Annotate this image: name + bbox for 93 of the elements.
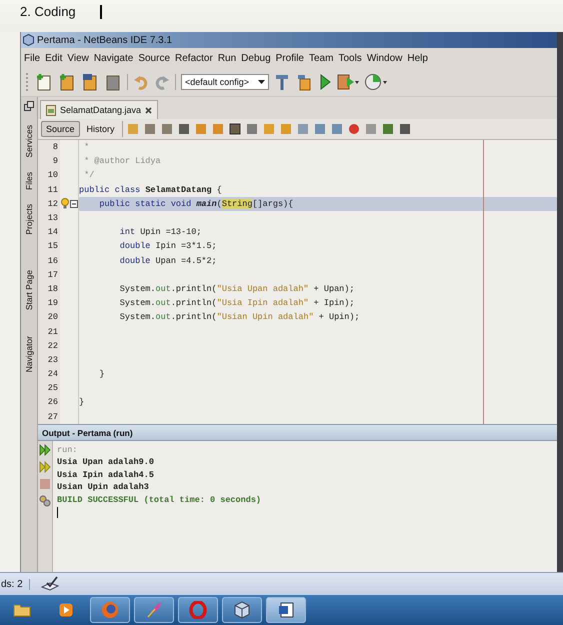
code-line: }	[79, 397, 84, 408]
cube-icon	[234, 601, 250, 619]
ring-icon	[189, 601, 207, 619]
code-line: * @author Lidya	[83, 156, 161, 166]
output-line: run:	[57, 445, 78, 457]
output-line: Usia Upan adalah9.0	[57, 457, 155, 470]
mode-tab[interactable]: Source	[41, 121, 80, 137]
line-number: 26	[38, 395, 60, 410]
taskbar-button[interactable]	[222, 597, 262, 623]
code-line: public class SelamatDatang {	[79, 184, 222, 195]
code-line: double Upan =4.5*2;	[118, 256, 217, 266]
line-number: 27	[38, 410, 60, 424]
menu-item[interactable]: Tools	[338, 52, 362, 64]
menu-item[interactable]: File	[24, 52, 40, 64]
menu-item[interactable]: Source	[138, 52, 170, 64]
menu-item[interactable]: Team	[309, 52, 334, 64]
text-cursor	[57, 506, 58, 518]
file-tab[interactable]: SelamatDatang.java	[40, 100, 158, 119]
rerun-icon[interactable]	[39, 461, 51, 473]
menu-item[interactable]: Profile	[276, 52, 304, 64]
code-line: System.out.println("Usian Upin adalah" + Upin);	[118, 312, 360, 322]
code-line: }	[98, 369, 105, 380]
rerun-icon[interactable]	[39, 444, 51, 456]
lightbulb-icon[interactable]	[61, 198, 69, 210]
code-line: */	[83, 170, 94, 180]
line-number: 23	[38, 352, 60, 367]
folder-icon	[13, 603, 31, 617]
menu-item[interactable]: Edit	[45, 52, 62, 64]
debug-icon[interactable]	[337, 72, 359, 92]
code-line: double Ipin =3*1.5;	[118, 241, 217, 252]
menu-item[interactable]: Refactor	[175, 52, 213, 64]
menu-item[interactable]: Help	[407, 52, 428, 64]
code-line: *	[83, 142, 90, 152]
side-tab[interactable]: Projects	[24, 200, 34, 238]
close-icon[interactable]	[145, 106, 152, 114]
line-number: 22	[38, 338, 60, 353]
run-icon[interactable]	[318, 72, 332, 92]
caret-icon	[258, 80, 265, 84]
output-line: Usian Upin adalah3	[57, 482, 150, 494]
line-number: 18	[38, 282, 60, 296]
line-number: 8	[38, 140, 60, 154]
line-number: 13	[38, 210, 60, 226]
line-number: 16	[38, 254, 60, 268]
document-icon	[278, 602, 294, 618]
code-line: System.out.println("Usia Ipin adalah" + Ipin);	[118, 298, 354, 308]
record-icon[interactable]	[346, 122, 361, 136]
restore-icon[interactable]	[24, 101, 34, 111]
menu-item[interactable]: Window	[366, 52, 402, 64]
text-cursor	[100, 5, 102, 19]
new-project-icon[interactable]	[58, 72, 76, 92]
feather-icon	[145, 601, 163, 619]
open-folder-icon[interactable]	[81, 72, 99, 92]
side-tab[interactable]: Files	[24, 168, 34, 193]
hammer-icon[interactable]	[274, 72, 290, 92]
menu-item[interactable]: Debug	[241, 52, 271, 64]
line-number: 15	[38, 239, 60, 254]
line-number: 12	[38, 196, 60, 211]
status-text: ds: 2	[0, 578, 30, 590]
menu-item[interactable]: View	[67, 52, 89, 64]
new-file-icon[interactable]	[35, 72, 53, 92]
side-tab[interactable]: Navigator	[24, 333, 34, 376]
menu-item[interactable]: Navigate	[94, 52, 134, 64]
mode-tab[interactable]: History	[82, 122, 119, 136]
side-tab[interactable]: Start Page	[24, 267, 34, 314]
fold-icon[interactable]	[70, 200, 78, 208]
line-number: 17	[38, 268, 60, 282]
globe-icon	[101, 601, 119, 619]
code-line: public static void main(String[]args){	[98, 198, 294, 209]
line-number: 14	[38, 225, 60, 240]
code-line: System.out.println("Usia Upan adalah" + Upan);	[118, 284, 354, 294]
line-number: 25	[38, 381, 60, 396]
output-line: BUILD SUCCESSFUL (total time: 0 seconds)	[57, 494, 262, 507]
line-number: 24	[38, 367, 60, 382]
window-title: Pertama - NetBeans IDE 7.3.1	[37, 34, 172, 46]
line-number: 19	[38, 296, 60, 310]
checkmark-icon[interactable]	[40, 576, 60, 592]
play-icon	[59, 603, 73, 617]
code-line: int Upin =13-10;	[118, 227, 202, 238]
output-line: Usia Ipin adalah4.5	[57, 470, 155, 482]
line-number: 11	[38, 182, 60, 197]
cube-icon	[23, 34, 34, 46]
taskbar-button[interactable]	[266, 597, 306, 623]
menu-item[interactable]: Run	[218, 52, 236, 64]
profile-icon[interactable]	[364, 72, 388, 92]
config-dropdown[interactable]: <default config>	[181, 74, 269, 90]
java-file-icon	[46, 104, 56, 116]
output-header: Output - Pertama (run)	[38, 424, 557, 441]
line-number: 20	[38, 310, 60, 324]
document-heading: 2. Coding	[20, 4, 76, 20]
line-number: 10	[38, 168, 60, 183]
line-number: 21	[38, 324, 60, 339]
side-tab[interactable]: Services	[24, 122, 34, 161]
line-number: 9	[38, 154, 60, 168]
